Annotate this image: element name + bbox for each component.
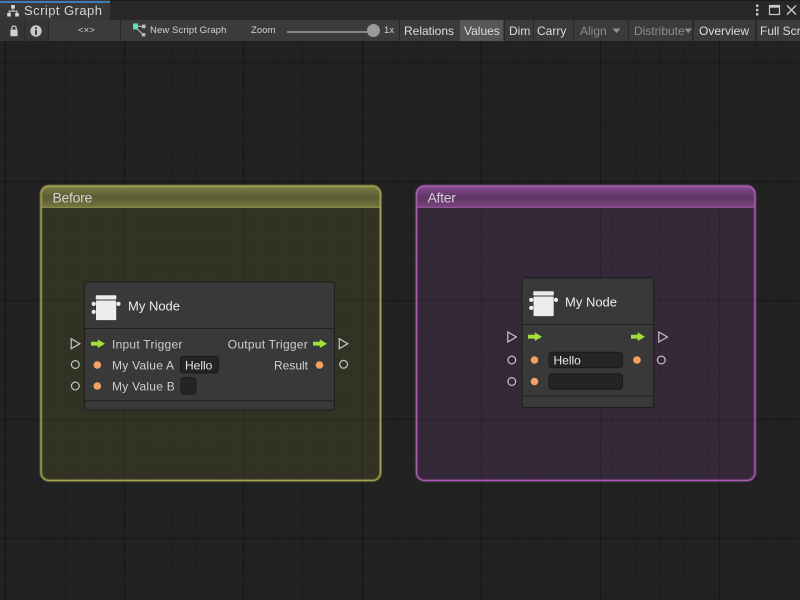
- svg-text:Hello: Hello: [185, 358, 213, 372]
- svg-text:Input Trigger: Input Trigger: [112, 337, 183, 351]
- svg-text:Result: Result: [274, 358, 309, 372]
- svg-text:Hello: Hello: [554, 353, 582, 367]
- svg-text:Output Trigger: Output Trigger: [228, 337, 308, 351]
- svg-text:After: After: [428, 190, 457, 206]
- svg-text:My Node: My Node: [128, 299, 180, 314]
- svg-text:My Value B: My Value B: [112, 379, 175, 393]
- svg-text:My Node: My Node: [565, 295, 617, 310]
- svg-text:My Value A: My Value A: [112, 358, 174, 372]
- svg-text:Before: Before: [53, 190, 93, 206]
